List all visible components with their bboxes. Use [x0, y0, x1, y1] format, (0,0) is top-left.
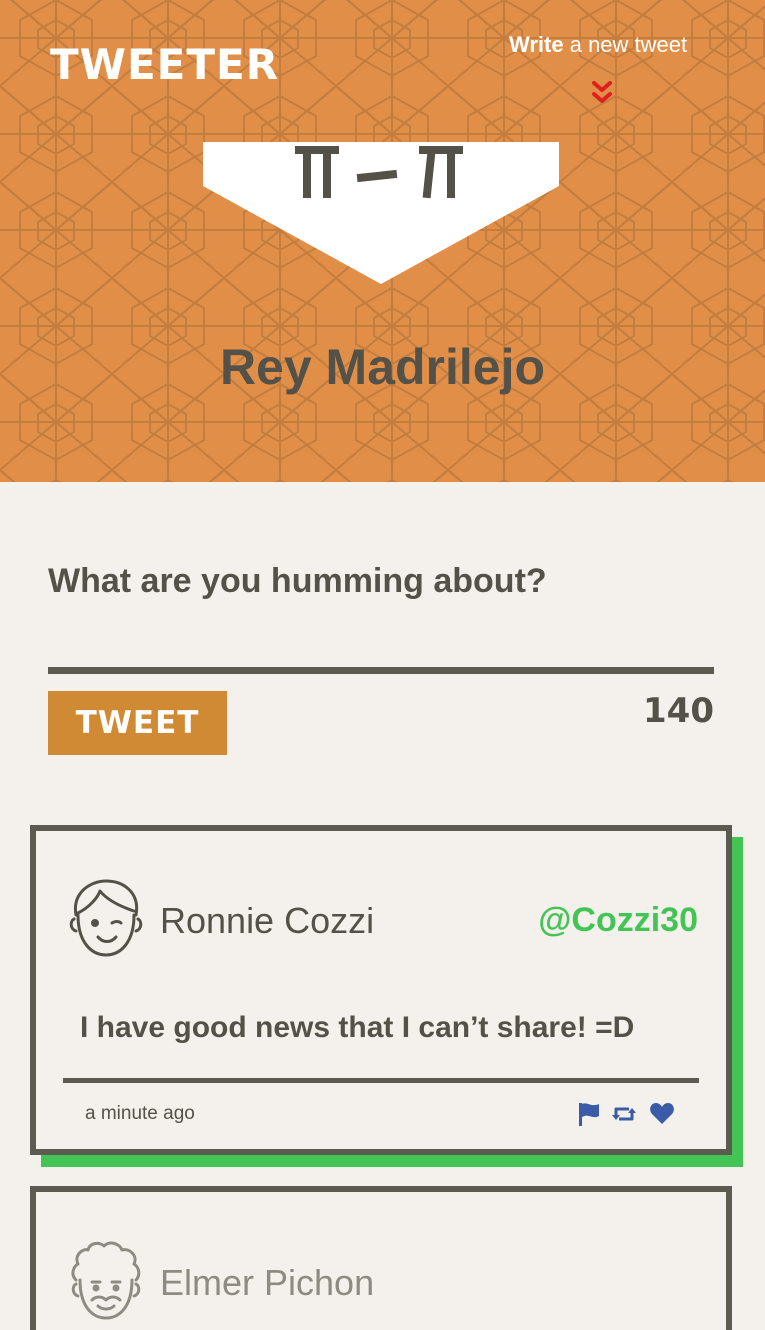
profile-name: Rey Madrilejo [219, 339, 546, 395]
tweet-divider [63, 1078, 699, 1083]
tweet-button[interactable]: TWEET [48, 691, 227, 755]
tweet-text: I have good news that I can’t share! =D [80, 1011, 635, 1044]
profile-header: TWEETER Write a new tweet Rey Madrilejo [0, 0, 765, 482]
retweet-icon[interactable] [611, 1101, 637, 1127]
tweet-card: Elmer Pichon [30, 1186, 732, 1330]
app-logo[interactable]: TWEETER [50, 44, 279, 86]
heart-icon[interactable] [649, 1101, 675, 1127]
tweet-actions [576, 1101, 676, 1127]
tweet-input-underline [48, 667, 714, 674]
write-new-tweet-link[interactable]: Write a new tweet [509, 34, 687, 56]
write-link-bold: Write [509, 32, 564, 57]
flag-icon[interactable] [576, 1101, 602, 1127]
tweet-timestamp: a minute ago [85, 1103, 195, 1124]
write-link-rest: a new tweet [563, 32, 688, 57]
tweet-author-handle[interactable]: @Cozzi30 [538, 903, 698, 937]
profile-avatar [203, 142, 559, 284]
tweet-input[interactable]: What are you humming about? [48, 562, 547, 600]
tweet-author-name: Elmer Pichon [160, 1262, 375, 1303]
double-chevron-down-icon[interactable] [591, 80, 613, 106]
character-counter: 140 [643, 691, 714, 731]
tweet-card: Ronnie Cozzi @Cozzi30 I have good news t… [30, 825, 732, 1155]
curly-hair-avatar-icon [71, 1241, 141, 1320]
boy-avatar-icon [69, 879, 143, 957]
tweet-author-name: Ronnie Cozzi [160, 900, 375, 941]
